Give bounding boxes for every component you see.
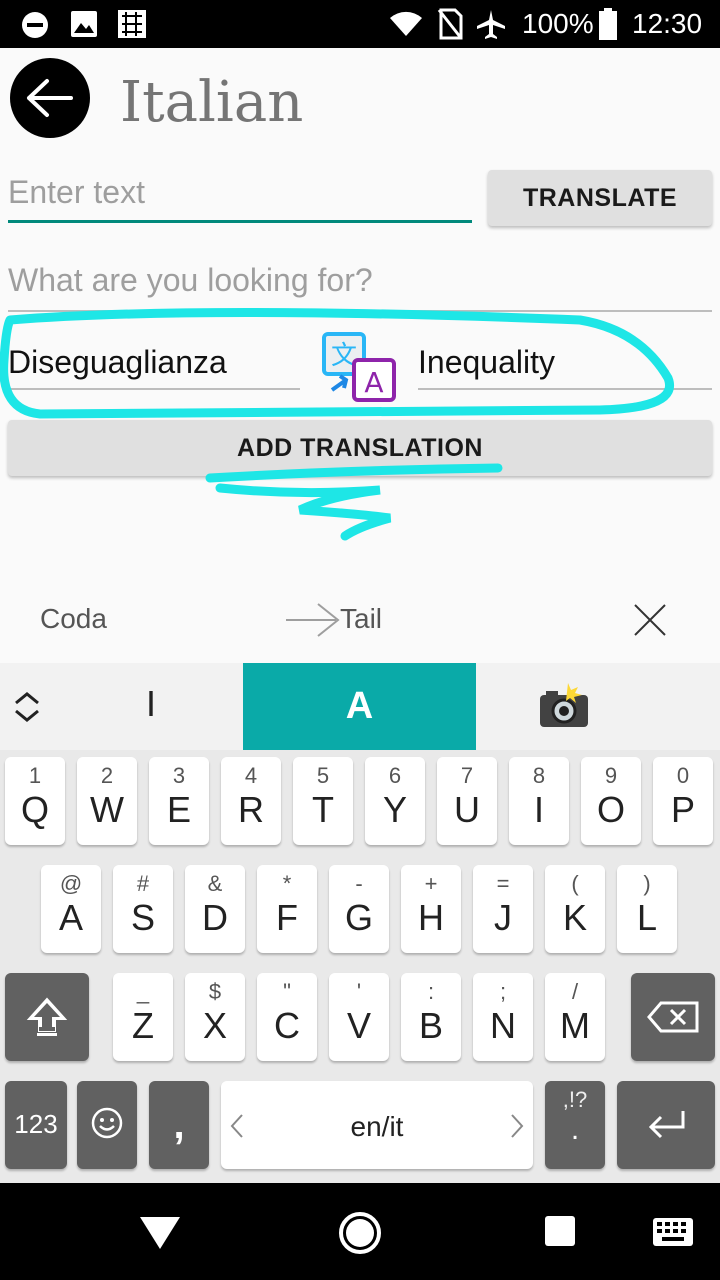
key-w[interactable]: 2W <box>77 757 137 845</box>
back-button[interactable] <box>10 58 90 138</box>
arrow-left-icon <box>27 79 73 117</box>
do-not-disturb-icon <box>22 12 48 38</box>
chevron-right-icon <box>511 1114 524 1138</box>
arrow-right-icon <box>286 603 340 637</box>
expand-collapse-icon[interactable] <box>12 691 42 723</box>
key-h[interactable]: + H <box>401 865 461 953</box>
key-g[interactable]: -G <box>329 865 389 953</box>
recents-nav-icon[interactable] <box>544 1215 576 1247</box>
battery-icon <box>599 8 617 40</box>
comma-key[interactable]: , <box>149 1081 209 1169</box>
camera-icon[interactable] <box>538 683 590 731</box>
key-m[interactable]: / M <box>545 973 605 1061</box>
backspace-icon <box>647 1001 699 1033</box>
key-y[interactable]: 6Y <box>365 757 425 845</box>
emoji-key[interactable] <box>77 1081 137 1169</box>
key-l[interactable]: ) L <box>617 865 677 953</box>
page-title: Italian <box>120 70 304 135</box>
status-bar: 100% 12:30 <box>0 0 720 48</box>
shift-icon <box>26 997 68 1036</box>
gallery-icon <box>71 11 97 37</box>
airplane-mode-icon <box>477 10 505 39</box>
key-n[interactable]: ; N <box>473 973 533 1061</box>
close-icon[interactable] <box>632 602 668 638</box>
key-c[interactable]: " C <box>257 973 317 1061</box>
key-d[interactable]: & D <box>185 865 245 953</box>
mode-tab-letters[interactable]: A <box>243 663 476 750</box>
key-z[interactable]: _ Z <box>113 973 173 1061</box>
enter-text-input[interactable]: Enter text <box>8 174 472 223</box>
key-a[interactable]: @ A <box>41 865 101 953</box>
home-nav-icon[interactable] <box>336 1209 384 1257</box>
numbers-key[interactable]: 123 <box>5 1081 67 1169</box>
key-o[interactable]: 9O <box>581 757 641 845</box>
enter-key[interactable] <box>617 1081 715 1169</box>
key-r[interactable]: 4R <box>221 757 281 845</box>
key-s[interactable]: # S <box>113 865 173 953</box>
shift-key[interactable] <box>5 973 89 1061</box>
history-source-word[interactable]: Coda <box>40 603 107 635</box>
key-v[interactable]: ' V <box>329 973 389 1061</box>
battery-percentage: 100% <box>522 8 594 39</box>
no-sim-icon <box>437 8 463 40</box>
key-b[interactable]: :B <box>401 973 461 1061</box>
backspace-key[interactable] <box>631 973 715 1061</box>
keyboard-switch-icon[interactable] <box>652 1217 694 1247</box>
navigation-bar <box>0 1183 720 1280</box>
emoji-icon <box>91 1107 123 1139</box>
app-notification-icon <box>118 10 146 38</box>
key-j[interactable]: = J <box>473 865 533 953</box>
punctuation-key[interactable]: ,!?. <box>545 1081 605 1169</box>
translate-button[interactable]: TRANSLATE <box>488 170 712 226</box>
key-x[interactable]: $ X <box>185 973 245 1061</box>
clock: 12:30 <box>632 8 703 39</box>
key-i[interactable]: 8I <box>509 757 569 845</box>
key-q[interactable]: 1Q <box>5 757 65 845</box>
wifi-icon <box>390 11 422 36</box>
mode-tab-cursor[interactable]: I <box>146 683 156 725</box>
key-t[interactable]: 5T <box>293 757 353 845</box>
enter-icon <box>648 1111 685 1139</box>
space-key[interactable]: en/it <box>221 1081 533 1169</box>
keyboard-mode-bar: I A <box>0 663 720 750</box>
annotation-scribble <box>0 308 674 541</box>
key-f[interactable]: * F <box>257 865 317 953</box>
key-u[interactable]: 7U <box>437 757 497 845</box>
key-k[interactable]: (K <box>545 865 605 953</box>
key-e[interactable]: 3E <box>149 757 209 845</box>
back-nav-icon[interactable] <box>138 1213 182 1253</box>
key-p[interactable]: 0P <box>653 757 713 845</box>
history-target-word[interactable]: Tail <box>340 603 382 635</box>
